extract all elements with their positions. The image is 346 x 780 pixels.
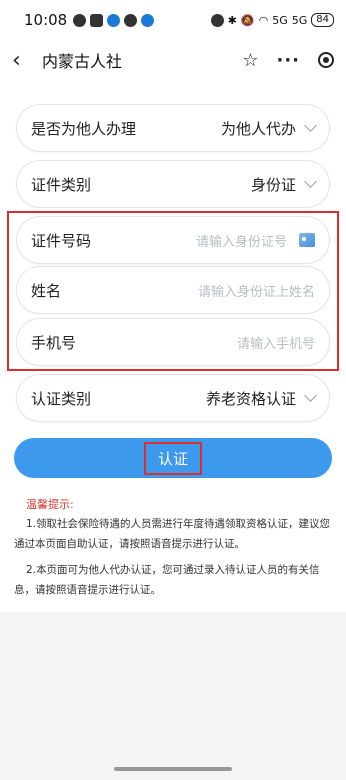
signal-2-icon: 5G bbox=[291, 13, 308, 27]
status-time: 10:08 bbox=[24, 11, 68, 29]
agent-value: 为他人代办 bbox=[220, 119, 296, 138]
system-icons: ✱ 🔕 ◠ 5G 5G 84 bbox=[210, 13, 334, 27]
submit-button[interactable]: 认证 bbox=[14, 438, 332, 478]
id-number-label: 证件号码 bbox=[31, 231, 92, 250]
auth-type-select[interactable]: 认证类别 养老资格认证 bbox=[16, 374, 330, 422]
page-title: 内蒙古人社 bbox=[42, 52, 123, 71]
submit-label: 认证 bbox=[143, 441, 202, 475]
app2-icon bbox=[141, 13, 155, 27]
eye-icon bbox=[73, 13, 87, 27]
close-miniapp-icon[interactable] bbox=[318, 52, 334, 68]
auth-type-label: 认证类别 bbox=[31, 389, 92, 408]
star-icon[interactable]: ☆ bbox=[242, 50, 258, 71]
id-card-scan-icon[interactable] bbox=[299, 233, 315, 247]
more-icon[interactable]: ··· bbox=[276, 50, 300, 71]
chevron-down-icon bbox=[304, 119, 317, 132]
chevron-down-icon bbox=[304, 389, 317, 402]
phone-input[interactable]: 请输入手机号 bbox=[237, 333, 315, 352]
n-icon bbox=[90, 13, 104, 27]
notification-icons bbox=[73, 13, 155, 27]
tips-title: 温馨提示: bbox=[26, 498, 74, 511]
nav-actions: ☆ ··· bbox=[242, 50, 334, 71]
agent-select[interactable]: 是否为他人办理 为他人代办 bbox=[16, 104, 330, 152]
chevron-down-icon bbox=[304, 175, 317, 188]
id-type-value: 身份证 bbox=[250, 175, 296, 194]
phone-label: 手机号 bbox=[31, 333, 77, 352]
id-number-input[interactable]: 请输入身份证号 bbox=[196, 231, 287, 250]
status-bar: 10:08 ✱ 🔕 ◠ 5G 5G 84 bbox=[0, 0, 346, 40]
id-type-label: 证件类别 bbox=[31, 175, 92, 194]
tip-item-2: 2.本页面可为他人代办认证，您可通过录入待认证人员的有关信息，请按照语音提示进行… bbox=[14, 564, 320, 596]
bluetooth-icon: ✱ bbox=[227, 13, 237, 27]
id-number-field[interactable]: 证件号码 请输入身份证号 bbox=[16, 216, 330, 264]
tip-item-1: 1.领取社会保险待遇的人员需进行年度待遇领取资格认证，建议您通过本页面自助认证，… bbox=[14, 518, 331, 550]
nav-bar: ‹ 内蒙古人社 ☆ ··· bbox=[0, 40, 346, 80]
home-indicator[interactable] bbox=[114, 767, 232, 771]
id-type-select[interactable]: 证件类别 身份证 bbox=[16, 160, 330, 208]
back-icon[interactable]: ‹ bbox=[12, 48, 34, 73]
wifi-icon: ◠ bbox=[258, 13, 269, 27]
name-label: 姓名 bbox=[31, 281, 62, 300]
agent-label: 是否为他人办理 bbox=[31, 119, 137, 138]
app-icon bbox=[107, 13, 121, 27]
phone-field[interactable]: 手机号 请输入手机号 bbox=[16, 318, 330, 366]
battery-icon: 84 bbox=[311, 13, 334, 27]
wechat-icon bbox=[124, 13, 138, 27]
name-field[interactable]: 姓名 请输入身份证上姓名 bbox=[16, 266, 330, 314]
signal-1-icon: 5G bbox=[272, 13, 288, 27]
mute-icon: 🔕 bbox=[240, 13, 255, 27]
bottom-area bbox=[0, 612, 346, 780]
name-input[interactable]: 请输入身份证上姓名 bbox=[198, 281, 315, 300]
auth-type-value: 养老资格认证 bbox=[205, 389, 296, 408]
nfc-icon bbox=[210, 13, 224, 27]
